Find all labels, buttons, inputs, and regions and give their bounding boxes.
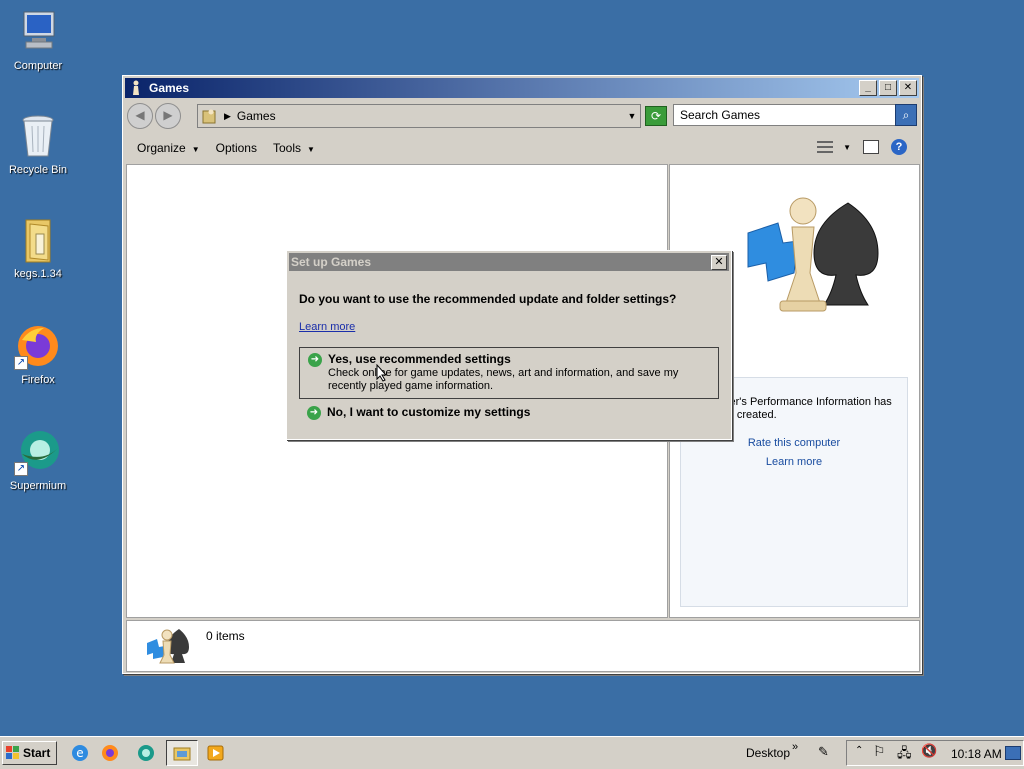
tools-menu[interactable]: Tools ▼ <box>273 141 315 155</box>
setup-games-dialog: Set up Games ✕ Do you want to use the re… <box>286 250 732 440</box>
desktop-icon-label: Supermium <box>9 480 67 492</box>
folder-icon <box>173 747 191 761</box>
toolbar-expand-icon[interactable]: » <box>792 741 798 753</box>
learn-more-link[interactable]: Learn more <box>681 456 907 468</box>
refresh-button[interactable]: ⟳ <box>645 106 667 126</box>
shortcut-arrow-icon: ↗ <box>14 356 28 370</box>
desktop-icon-computer[interactable]: Computer <box>0 8 76 72</box>
options-button[interactable]: Options <box>216 141 257 155</box>
clock[interactable]: 10:18 AM <box>951 747 1002 761</box>
dialog-close-button[interactable]: ✕ <box>711 254 727 270</box>
desktop-icon-firefox[interactable]: ↗ Firefox <box>0 322 76 386</box>
chevron-down-icon: ▼ <box>191 145 200 154</box>
supermium-icon[interactable] <box>136 743 156 763</box>
option-title: No, I want to customize my settings <box>327 405 531 419</box>
folder-icon <box>14 216 62 264</box>
shortcut-arrow-icon: ↗ <box>14 462 28 476</box>
taskbar-games-window-button[interactable] <box>166 740 198 766</box>
computer-icon <box>14 8 62 56</box>
windows-logo-icon <box>6 746 20 760</box>
svg-text:e: e <box>76 746 83 760</box>
view-controls: ▼ ? <box>817 139 907 155</box>
action-center-flag-icon[interactable]: ⚐ <box>873 743 886 760</box>
desktop-icon-recycle-bin[interactable]: Recycle Bin <box>0 112 76 176</box>
forward-button[interactable]: ▶ <box>155 103 181 129</box>
recommended-settings-option[interactable]: ➜ Yes, use recommended settings Check on… <box>299 347 719 399</box>
organize-menu[interactable]: Organize ▼ <box>137 141 200 155</box>
dialog-learn-more-link[interactable]: Learn more <box>299 321 355 333</box>
details-pane: 0 items <box>126 620 920 672</box>
notes-icon[interactable]: ✎ <box>818 744 829 760</box>
green-arrow-icon: ➜ <box>307 406 321 420</box>
start-button[interactable]: Start <box>2 741 57 765</box>
recycle-bin-icon <box>14 112 62 160</box>
chevron-down-icon: ▼ <box>307 145 315 154</box>
mouse-cursor-icon <box>376 363 388 385</box>
address-text: Games <box>236 109 276 123</box>
minimize-button[interactable]: _ <box>859 80 877 96</box>
media-player-icon[interactable] <box>206 743 226 763</box>
show-desktop-icon[interactable] <box>1005 746 1021 760</box>
breadcrumb-separator-icon[interactable]: ▶ <box>224 111 231 122</box>
close-button[interactable]: ✕ <box>899 80 917 96</box>
address-bar-row: ◀ ▶ ▶ Games ▼ ⟳ Search Games ⌕ <box>127 102 917 130</box>
start-label: Start <box>23 746 51 760</box>
help-icon[interactable]: ? <box>891 139 907 155</box>
supermium-icon: ↗ <box>14 428 62 476</box>
system-tray: ⌃ ⚐ 🖧 🔇 10:18 AM <box>846 740 1024 766</box>
dialog-question: Do you want to use the recommended updat… <box>299 292 677 306</box>
search-input[interactable]: Search Games <box>673 104 901 126</box>
command-bar: Organize ▼ Options Tools ▼ ▼ ? <box>127 134 917 162</box>
ie-icon[interactable]: e <box>70 743 90 763</box>
firefox-icon[interactable] <box>100 743 120 763</box>
games-folder-icon <box>202 108 218 124</box>
item-count: 0 items <box>206 629 245 643</box>
games-logo-icon <box>728 193 888 326</box>
views-dropdown-icon[interactable]: ▼ <box>843 143 851 152</box>
window-title: Games <box>149 81 190 95</box>
dialog-titlebar[interactable]: Set up Games ✕ <box>289 253 729 271</box>
search-button[interactable]: ⌕ <box>895 104 917 126</box>
taskbar: Start e Desktop » ✎ ⌃ ⚐ 🖧 🔇 10:18 AM <box>0 736 1024 769</box>
window-titlebar[interactable]: Games _ □ ✕ <box>125 78 919 98</box>
desktop-icon-kegs[interactable]: kegs.1.34 <box>0 216 76 280</box>
firefox-icon: ↗ <box>14 322 62 370</box>
games-icon <box>145 625 191 670</box>
desktop-icon-label: Computer <box>13 60 63 72</box>
organize-label: Organize <box>137 141 186 155</box>
address-dropdown-icon[interactable]: ▼ <box>624 111 640 121</box>
option-title: Yes, use recommended settings <box>328 352 511 366</box>
customize-settings-option[interactable]: ➜ No, I want to customize my settings <box>299 403 717 423</box>
dialog-title: Set up Games <box>291 255 372 269</box>
maximize-button[interactable]: □ <box>879 80 897 96</box>
tools-label: Tools <box>272 141 301 155</box>
show-hidden-icons-icon[interactable]: ⌃ <box>855 745 863 756</box>
volume-muted-icon[interactable]: 🔇 <box>921 743 937 759</box>
preview-pane-icon[interactable] <box>863 140 879 154</box>
desktop-toolbar-label[interactable]: Desktop <box>746 746 790 760</box>
views-icon[interactable] <box>817 140 834 154</box>
desktop-icon-label: Firefox <box>21 374 55 386</box>
green-arrow-icon: ➜ <box>308 353 322 367</box>
games-icon <box>129 80 143 96</box>
address-bar[interactable]: ▶ Games ▼ <box>197 104 641 128</box>
desktop-icon-label: kegs.1.34 <box>14 268 62 280</box>
network-icon[interactable]: 🖧 <box>897 744 912 766</box>
desktop-icon-supermium[interactable]: ↗ Supermium <box>0 428 76 492</box>
back-button[interactable]: ◀ <box>127 103 153 129</box>
desktop-icon-label: Recycle Bin <box>8 164 68 176</box>
